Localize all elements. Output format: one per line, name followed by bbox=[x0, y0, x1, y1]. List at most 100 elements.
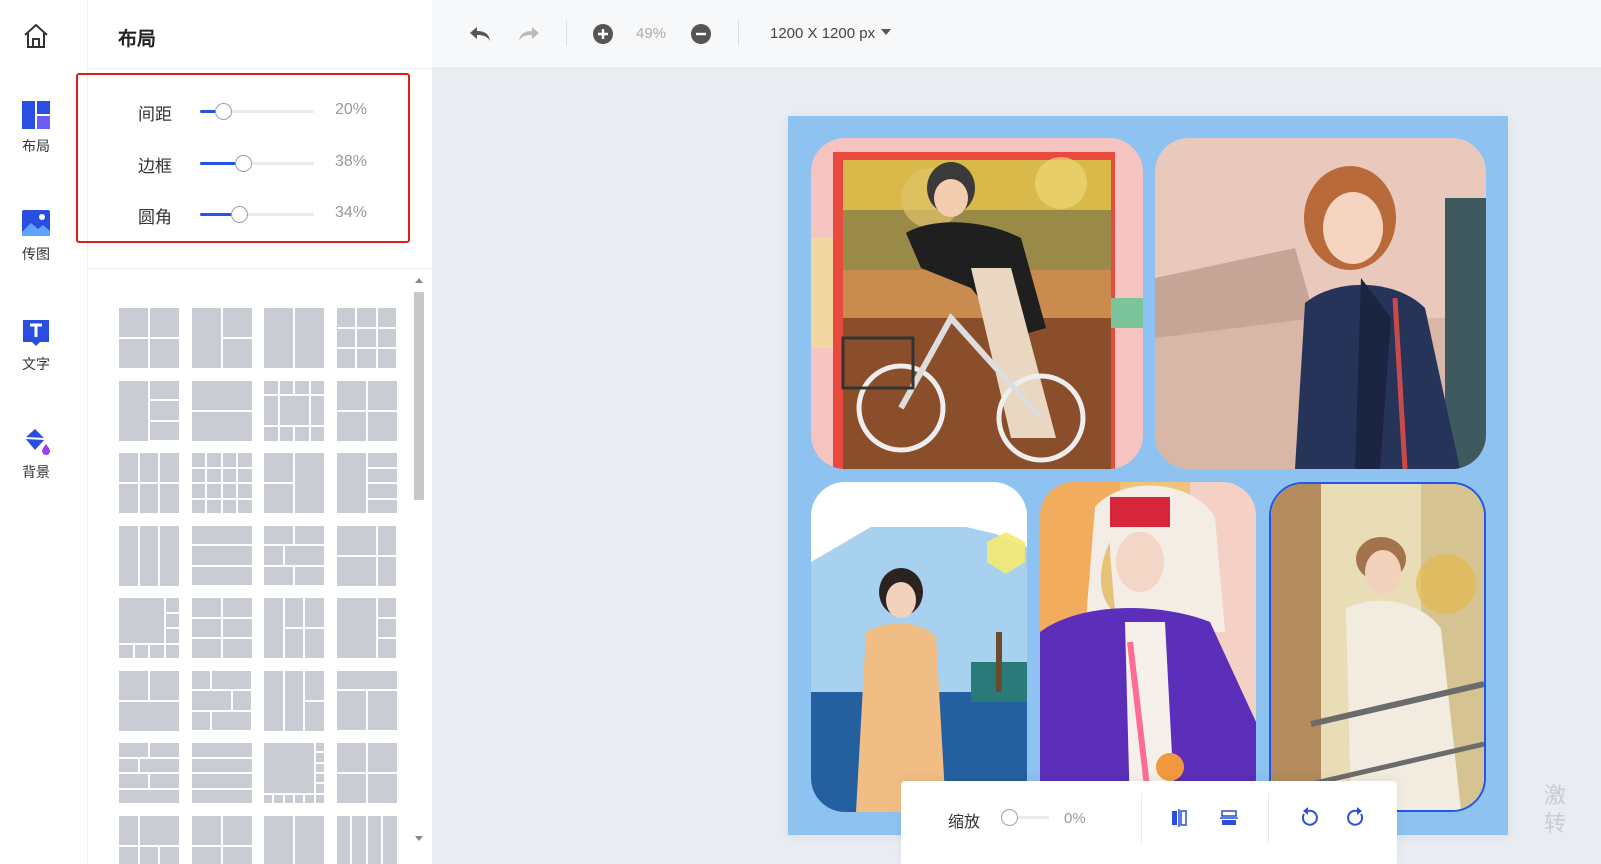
template-cell bbox=[139, 758, 179, 772]
layout-template-18[interactable] bbox=[190, 597, 253, 659]
layout-template-5[interactable] bbox=[118, 379, 180, 442]
template-cell bbox=[191, 711, 211, 731]
layout-template-17[interactable] bbox=[118, 597, 180, 659]
rail-item-upload[interactable]: 传图 bbox=[0, 208, 72, 264]
layout-template-13[interactable] bbox=[118, 524, 180, 587]
template-cell bbox=[377, 328, 397, 348]
template-cell bbox=[377, 308, 397, 327]
template-cell bbox=[279, 380, 293, 394]
template-cell bbox=[383, 815, 397, 864]
template-cell bbox=[295, 453, 324, 513]
rail-item-text[interactable]: 文字 bbox=[0, 318, 72, 374]
layout-template-22[interactable] bbox=[190, 669, 253, 732]
border-slider[interactable] bbox=[200, 155, 314, 172]
photo-slot-2[interactable] bbox=[1155, 138, 1486, 469]
scrollbar-thumb[interactable] bbox=[414, 292, 424, 500]
photo-slot-1[interactable] bbox=[811, 138, 1143, 469]
text-icon bbox=[21, 318, 51, 348]
template-cell bbox=[165, 598, 179, 612]
layout-template-2[interactable] bbox=[190, 307, 253, 369]
home-icon[interactable] bbox=[22, 22, 50, 50]
canvas-size-dropdown[interactable]: 1200 X 1200 px bbox=[770, 25, 892, 42]
layout-template-16[interactable] bbox=[335, 524, 398, 587]
layout-template-24[interactable] bbox=[335, 669, 398, 732]
layout-template-10[interactable] bbox=[190, 452, 253, 514]
template-cell bbox=[336, 453, 366, 513]
slider-handle[interactable] bbox=[235, 155, 253, 172]
slider-handle[interactable] bbox=[214, 103, 232, 120]
layout-template-26[interactable] bbox=[190, 742, 253, 804]
template-cell bbox=[119, 670, 148, 700]
rail-item-background[interactable]: 背景 bbox=[0, 426, 72, 482]
slider-handle[interactable] bbox=[230, 206, 248, 223]
corner-radius-slider[interactable] bbox=[200, 206, 314, 223]
layout-template-11[interactable] bbox=[263, 452, 325, 514]
template-cell bbox=[207, 499, 221, 513]
template-cell bbox=[191, 453, 205, 467]
layout-template-8[interactable] bbox=[335, 379, 398, 442]
layout-template-20[interactable] bbox=[335, 597, 398, 659]
layout-template-25[interactable] bbox=[118, 742, 180, 804]
layout-template-30[interactable] bbox=[190, 814, 253, 864]
canvas-size-label: 1200 X 1200 px bbox=[770, 25, 876, 42]
collage-canvas[interactable] bbox=[788, 116, 1508, 835]
layout-template-1[interactable] bbox=[118, 307, 180, 369]
photo-zoom-handle[interactable] bbox=[1001, 809, 1018, 826]
upload-image-icon bbox=[21, 208, 51, 238]
rotate-right-button[interactable] bbox=[1345, 806, 1369, 830]
template-cell bbox=[150, 743, 179, 757]
scroll-up-arrow-icon[interactable] bbox=[415, 278, 423, 283]
layout-template-7[interactable] bbox=[263, 379, 325, 442]
layout-template-32[interactable] bbox=[335, 814, 398, 864]
template-cell bbox=[139, 453, 159, 482]
zoom-out-button[interactable] bbox=[687, 20, 715, 48]
layout-template-4[interactable] bbox=[335, 307, 398, 369]
layout-template-21[interactable] bbox=[118, 669, 180, 732]
layout-template-28[interactable] bbox=[335, 742, 398, 804]
layout-template-list bbox=[88, 272, 432, 864]
template-cell bbox=[377, 349, 397, 368]
layout-template-31[interactable] bbox=[263, 814, 325, 864]
rotate-left-button[interactable] bbox=[1296, 806, 1320, 830]
flip-vertical-button[interactable] bbox=[1217, 806, 1241, 830]
layout-template-6[interactable] bbox=[190, 379, 253, 442]
layout-template-14[interactable] bbox=[190, 524, 253, 587]
template-cell bbox=[191, 618, 221, 638]
template-cell bbox=[367, 380, 397, 410]
layout-template-29[interactable] bbox=[118, 814, 180, 864]
spacing-label: 间距 bbox=[138, 105, 172, 124]
layout-template-23[interactable] bbox=[263, 669, 325, 732]
spacing-slider[interactable] bbox=[200, 103, 314, 120]
rail-item-layout[interactable]: 布局 bbox=[0, 100, 72, 156]
left-rail: 布局 传图 文字 背景 bbox=[0, 0, 88, 864]
paint-bucket-icon bbox=[21, 426, 51, 456]
layout-template-12[interactable] bbox=[335, 452, 398, 514]
template-cell bbox=[367, 468, 397, 482]
divider bbox=[88, 68, 432, 69]
layout-template-15[interactable] bbox=[263, 524, 325, 587]
photo-slot-3[interactable] bbox=[811, 482, 1027, 812]
template-cell bbox=[336, 349, 356, 368]
template-cell bbox=[315, 743, 324, 752]
template-cell bbox=[284, 670, 304, 731]
photo-slot-4[interactable] bbox=[1040, 482, 1256, 812]
photo-slot-5[interactable] bbox=[1269, 482, 1486, 812]
template-cell bbox=[305, 598, 324, 627]
template-cell bbox=[150, 308, 179, 337]
template-cell bbox=[357, 349, 376, 368]
bar-divider bbox=[1141, 793, 1142, 843]
template-cell bbox=[119, 758, 138, 772]
undo-button[interactable] bbox=[466, 20, 494, 48]
scroll-down-arrow-icon[interactable] bbox=[415, 836, 423, 841]
layout-template-19[interactable] bbox=[263, 597, 325, 659]
flip-horizontal-button[interactable] bbox=[1167, 806, 1191, 830]
layout-template-9[interactable] bbox=[118, 452, 180, 514]
layout-template-27[interactable] bbox=[263, 742, 325, 804]
flip-vertical-icon bbox=[1220, 810, 1238, 825]
zoom-in-button[interactable] bbox=[589, 20, 617, 48]
layout-template-3[interactable] bbox=[263, 307, 325, 369]
template-cell bbox=[160, 453, 179, 482]
redo-button[interactable] bbox=[515, 20, 543, 48]
template-cell bbox=[150, 774, 179, 788]
template-cell bbox=[264, 525, 293, 545]
